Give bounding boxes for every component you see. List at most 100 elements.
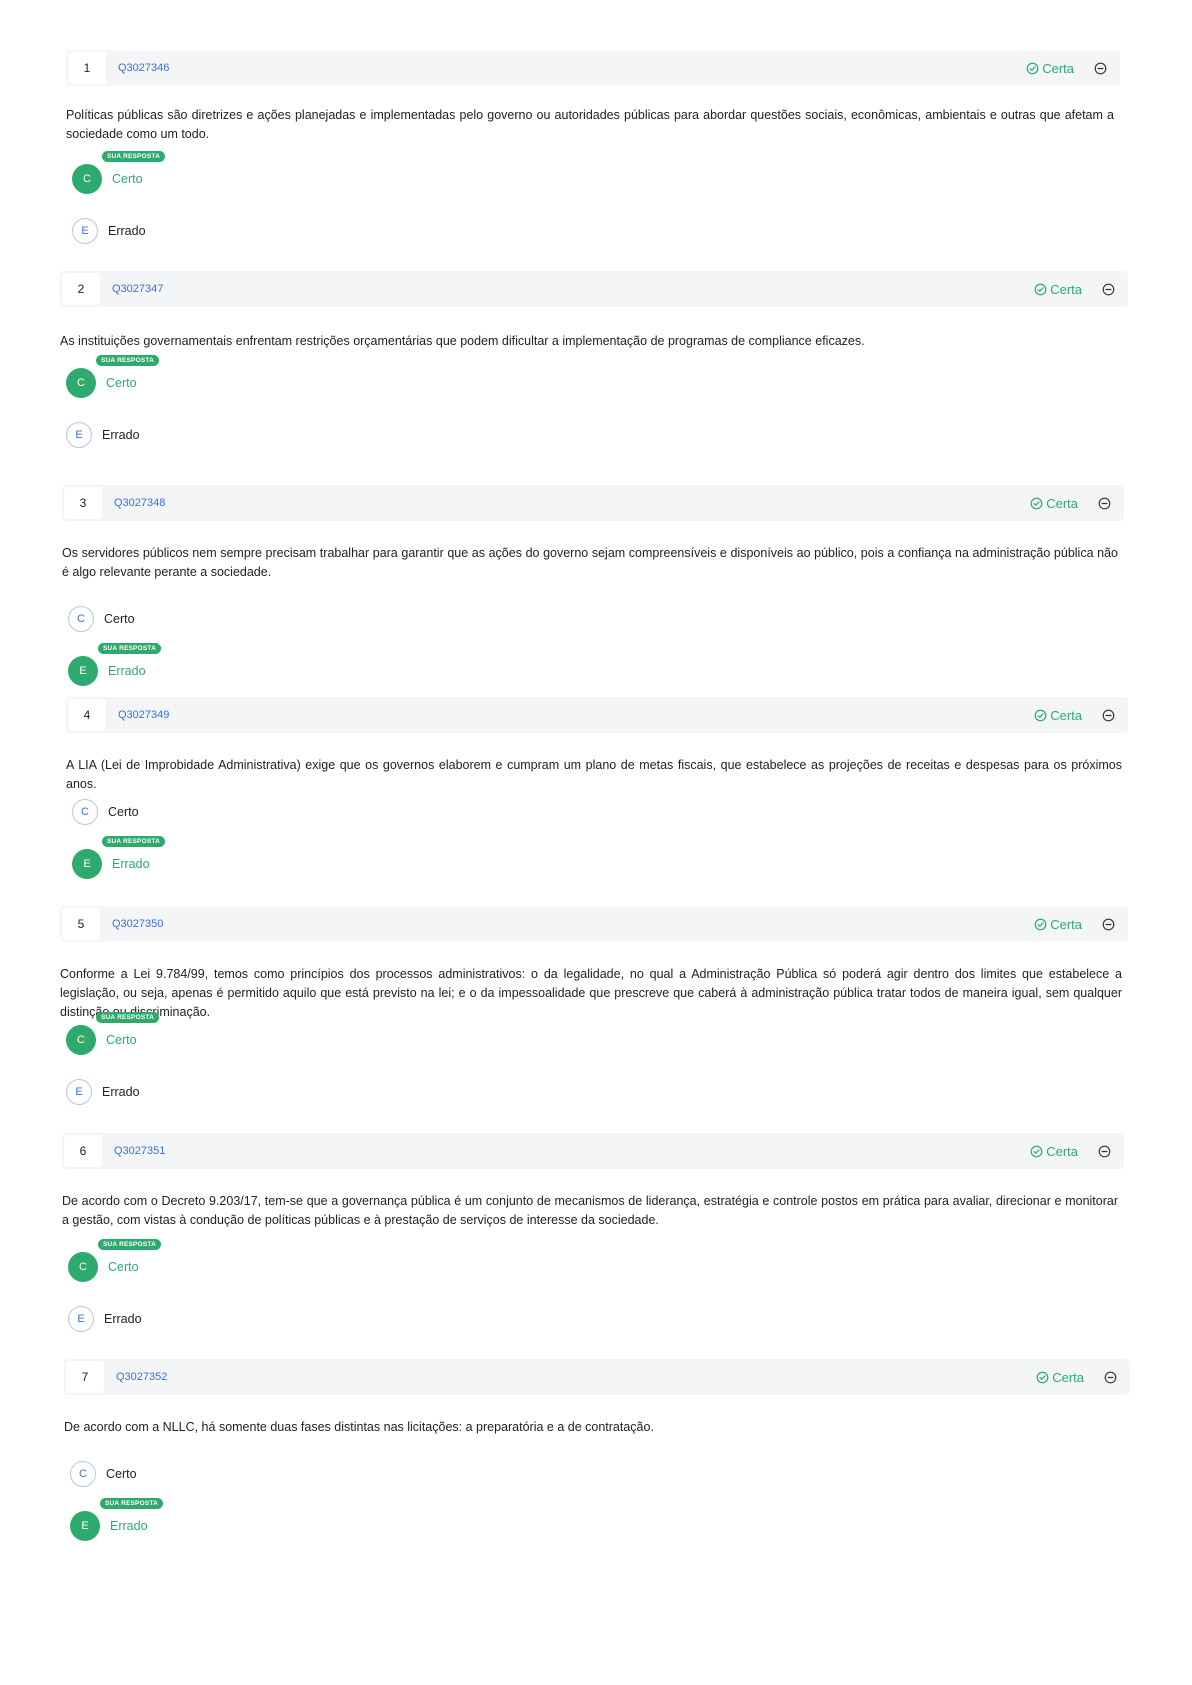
your-answer-badge: SUA RESPOSTA (98, 1239, 161, 1250)
option-letter: C (66, 368, 96, 398)
question-statement: Conforme a Lei 9.784/99, temos como prin… (60, 967, 1122, 1019)
question-id-link[interactable]: Q3027348 (114, 497, 165, 509)
status-label: Certa (1046, 495, 1078, 511)
question-header-actions: Certa (1034, 279, 1118, 299)
question-header-actions: Certa (1030, 1141, 1114, 1161)
option-label: Certo (112, 172, 143, 186)
question-header-actions: Certa (1036, 1367, 1120, 1387)
option-letter: C (70, 1461, 96, 1487)
answer-option-e[interactable]: E Errado (72, 216, 146, 246)
answer-option-e[interactable]: E Errado (66, 420, 140, 450)
option-label: Errado (108, 224, 146, 238)
question-header-actions: Certa (1030, 493, 1114, 513)
minus-circle-icon[interactable] (1100, 1367, 1120, 1387)
question-number: 5 (62, 908, 100, 940)
your-answer-badge: SUA RESPOSTA (98, 643, 161, 654)
check-circle-icon (1036, 1371, 1052, 1384)
option-letter: C (72, 164, 102, 194)
option-label: Certo (106, 376, 137, 390)
question-id-link[interactable]: Q3027350 (112, 918, 163, 930)
option-letter: C (68, 1252, 98, 1282)
minus-circle-icon[interactable] (1090, 58, 1110, 78)
option-letter: E (66, 1079, 92, 1105)
option-letter: E (66, 422, 92, 448)
your-answer-badge: SUA RESPOSTA (102, 836, 165, 847)
status-label: Certa (1052, 1369, 1084, 1385)
answer-option-c[interactable]: C Certo (66, 1025, 137, 1055)
option-letter: E (72, 849, 102, 879)
status-label: Certa (1050, 281, 1082, 297)
question-header: 2 Q3027347 Certa (60, 271, 1128, 307)
option-letter: E (68, 1306, 94, 1332)
question-header: 3 Q3027348 Certa (62, 485, 1124, 521)
option-letter: E (68, 656, 98, 686)
question-number: 6 (64, 1135, 102, 1167)
question-header-actions: Certa (1026, 58, 1110, 78)
status-badge: Certa (1026, 61, 1074, 76)
question-statement: De acordo com o Decreto 9.203/17, tem-se… (62, 1194, 1118, 1227)
question-statement: A LIA (Lei de Improbidade Administrativa… (66, 758, 1122, 791)
answer-option-e[interactable]: E Errado (70, 1511, 148, 1541)
status-badge: Certa (1034, 917, 1082, 932)
option-letter: C (72, 799, 98, 825)
question-header: 6 Q3027351 Certa (62, 1133, 1124, 1169)
option-label: Certo (108, 805, 139, 819)
answer-option-e[interactable]: E Errado (66, 1077, 140, 1107)
check-circle-icon (1026, 62, 1042, 75)
option-label: Errado (102, 1085, 140, 1099)
option-label: Certo (106, 1033, 137, 1047)
question-header: 1 Q3027346 Certa (66, 50, 1120, 86)
status-label: Certa (1050, 707, 1082, 723)
status-badge: Certa (1036, 1370, 1084, 1385)
question-number: 3 (64, 487, 102, 519)
option-letter: C (66, 1025, 96, 1055)
check-circle-icon (1034, 283, 1050, 296)
question-id-link[interactable]: Q3027351 (114, 1145, 165, 1157)
option-label: Certo (106, 1467, 137, 1481)
check-circle-icon (1030, 1145, 1046, 1158)
question-id-link[interactable]: Q3027347 (112, 283, 163, 295)
question-number: 7 (66, 1361, 104, 1393)
option-letter: C (68, 606, 94, 632)
minus-circle-icon[interactable] (1098, 279, 1118, 299)
option-label: Certo (108, 1260, 139, 1274)
status-badge: Certa (1030, 496, 1078, 511)
minus-circle-icon[interactable] (1098, 914, 1118, 934)
check-circle-icon (1034, 918, 1050, 931)
check-circle-icon (1030, 497, 1046, 510)
question-statement: De acordo com a NLLC, há somente duas fa… (64, 1420, 654, 1434)
option-label: Errado (108, 664, 146, 678)
your-answer-badge: SUA RESPOSTA (100, 1498, 163, 1509)
answer-option-e[interactable]: E Errado (72, 849, 150, 879)
minus-circle-icon[interactable] (1098, 705, 1118, 725)
answer-option-c[interactable]: C Certo (68, 1252, 139, 1282)
status-label: Certa (1042, 60, 1074, 76)
status-badge: Certa (1034, 282, 1082, 297)
question-id-link[interactable]: Q3027346 (118, 62, 169, 74)
question-id-link[interactable]: Q3027352 (116, 1371, 167, 1383)
option-letter: E (70, 1511, 100, 1541)
answer-option-c[interactable]: C Certo (66, 368, 137, 398)
answer-option-c[interactable]: C Certo (72, 164, 143, 194)
question-number: 1 (68, 52, 106, 84)
question-header: 5 Q3027350 Certa (60, 906, 1128, 942)
question-statement: As instituições governamentais enfrentam… (60, 334, 865, 348)
question-statement: Políticas públicas são diretrizes e açõe… (66, 108, 1114, 141)
answer-option-e[interactable]: E Errado (68, 656, 146, 686)
answer-option-c[interactable]: C Certo (68, 604, 135, 634)
answer-option-c[interactable]: C Certo (72, 797, 139, 827)
question-header-actions: Certa (1034, 914, 1118, 934)
question-header: 4 Q3027349 Certa (66, 697, 1128, 733)
minus-circle-icon[interactable] (1094, 1141, 1114, 1161)
answer-option-c[interactable]: C Certo (70, 1459, 137, 1489)
question-number: 4 (68, 699, 106, 731)
option-label: Errado (110, 1519, 148, 1533)
option-label: Errado (112, 857, 150, 871)
minus-circle-icon[interactable] (1094, 493, 1114, 513)
check-circle-icon (1034, 709, 1050, 722)
question-header-actions: Certa (1034, 705, 1118, 725)
answer-option-e[interactable]: E Errado (68, 1304, 142, 1334)
question-id-link[interactable]: Q3027349 (118, 709, 169, 721)
your-answer-badge: SUA RESPOSTA (96, 1012, 159, 1023)
question-number: 2 (62, 273, 100, 305)
